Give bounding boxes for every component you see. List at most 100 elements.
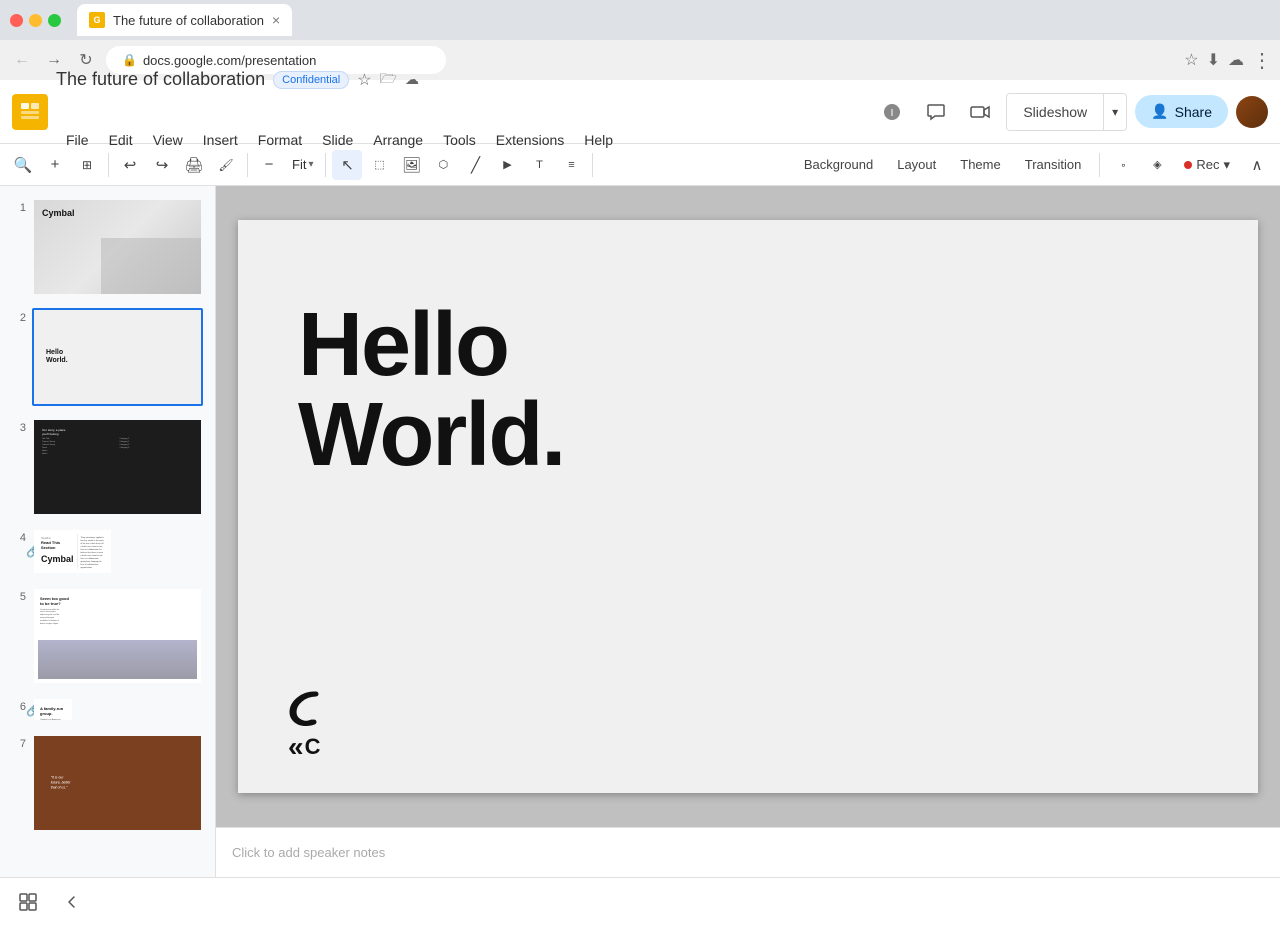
- header-right: Slideshow ▾ 👤 Share: [874, 93, 1268, 131]
- menu-extensions[interactable]: Extensions: [486, 92, 574, 156]
- thumb1-image: [101, 238, 201, 294]
- line-button[interactable]: ╱: [460, 150, 490, 180]
- slideshow-dropdown-button[interactable]: ▾: [1104, 94, 1126, 130]
- menu-insert[interactable]: Insert: [193, 92, 248, 156]
- cymbal-text-logo: «C: [288, 731, 348, 763]
- cloud-sync-icon[interactable]: ☁: [405, 71, 419, 88]
- zoom-control[interactable]: Fit ▾: [286, 157, 319, 172]
- slideshow-button[interactable]: Slideshow: [1007, 94, 1103, 130]
- app-header: The future of collaboration Confidential…: [0, 80, 1280, 144]
- video-button[interactable]: ▶: [492, 150, 522, 180]
- slide-item-1[interactable]: 1 Cymbal: [8, 194, 207, 300]
- tab-close-icon[interactable]: ×: [272, 12, 280, 28]
- insert-image-button[interactable]: ⬞: [1108, 150, 1138, 180]
- download-icon[interactable]: ⬇: [1207, 50, 1220, 70]
- slide-number-4: 4: [12, 532, 26, 544]
- word-art-button[interactable]: ≡: [556, 150, 586, 180]
- layout-button[interactable]: Layout: [887, 150, 946, 180]
- menu-format[interactable]: Format: [248, 92, 312, 156]
- slides-panel: 1 Cymbal 2 HelloWorld.: [0, 186, 216, 877]
- redo-button[interactable]: ↪: [147, 150, 177, 180]
- slide-content: Hello World.: [238, 220, 624, 560]
- bookmark-icon[interactable]: ☆: [1184, 50, 1198, 70]
- slide-main-text: Hello World.: [298, 300, 564, 480]
- toggle-panel-button[interactable]: [56, 886, 88, 918]
- canvas-scroll[interactable]: Hello World. «C: [216, 186, 1280, 827]
- menu-bar: File Edit View Insert Format Slide Arran…: [56, 92, 623, 156]
- slide-canvas[interactable]: Hello World. «C: [238, 220, 1258, 794]
- thumb5-content: Seem too goodto be true? Lorem ipsum dol…: [38, 593, 197, 640]
- text-box-button[interactable]: T: [524, 150, 554, 180]
- zoom-in-button[interactable]: +: [40, 150, 70, 180]
- image-button[interactable]: 🖼: [396, 150, 426, 180]
- separator-3: [325, 153, 326, 177]
- toggle-panel-icon: [63, 893, 81, 911]
- menu-help[interactable]: Help: [574, 92, 623, 156]
- slide-item-2[interactable]: 2 HelloWorld.: [8, 304, 207, 410]
- close-button[interactable]: [10, 14, 23, 27]
- collapse-toolbar-button[interactable]: ∧: [1242, 150, 1272, 180]
- star-icon[interactable]: ☆: [357, 70, 371, 90]
- cloud-icon[interactable]: ☁: [1228, 50, 1244, 70]
- search-button[interactable]: 🔍: [8, 150, 38, 180]
- slide-line-2: World.: [298, 385, 564, 485]
- rec-dot: [1184, 161, 1192, 169]
- browser-tab[interactable]: G The future of collaboration ×: [77, 4, 292, 36]
- separator-5: [1099, 153, 1100, 177]
- grid-view-button[interactable]: [12, 886, 44, 918]
- background-button[interactable]: Background: [794, 150, 883, 180]
- slide-item-6[interactable]: 6 🔗 A family-rungroup. Cymbal is an Amer…: [8, 693, 207, 726]
- rec-label: Rec: [1196, 157, 1219, 172]
- slide-thumb-5: Seem too goodto be true? Lorem ipsum dol…: [32, 587, 203, 685]
- toolbar-right: Background Layout Theme Transition ⬞ ◈ R…: [794, 150, 1272, 180]
- slide-item-7[interactable]: 7 "It is ourfuture, betterthat of us.": [8, 730, 207, 836]
- menu-view[interactable]: View: [143, 92, 193, 156]
- thumb5-image: [38, 640, 197, 679]
- speaker-notes[interactable]: Click to add speaker notes: [216, 827, 1280, 877]
- tab-favicon: G: [89, 12, 105, 28]
- grid-icon: [19, 893, 37, 911]
- slide-item-3[interactable]: 3 Our story, a placeyou'll belong Job Ti…: [8, 414, 207, 520]
- minimize-button[interactable]: [29, 14, 42, 27]
- app-icon: [12, 94, 48, 130]
- transition-button[interactable]: Transition: [1015, 150, 1092, 180]
- theme-button[interactable]: Theme: [950, 150, 1010, 180]
- camera-button[interactable]: [962, 94, 998, 130]
- menu-arrange[interactable]: Arrange: [363, 92, 433, 156]
- maximize-button[interactable]: [48, 14, 61, 27]
- select-frame-button[interactable]: ⬚: [364, 150, 394, 180]
- menu-edit[interactable]: Edit: [99, 92, 143, 156]
- tab-title: The future of collaboration: [113, 13, 264, 28]
- back-button[interactable]: ←: [8, 46, 36, 74]
- canvas-area: Hello World. «C: [216, 186, 1280, 877]
- zoom-out-button[interactable]: −: [254, 150, 284, 180]
- shape-button[interactable]: ⬡: [428, 150, 458, 180]
- document-title[interactable]: The future of collaboration: [56, 69, 265, 90]
- separator-2: [247, 153, 248, 177]
- folder-icon[interactable]: 🗁: [380, 68, 397, 92]
- share-button[interactable]: 👤 Share: [1135, 95, 1228, 128]
- select-tool-button[interactable]: ↖: [332, 150, 362, 180]
- paint-format-button[interactable]: 🖌: [211, 150, 241, 180]
- slide-item-5[interactable]: 5 Seem too goodto be true? Lorem ipsum d…: [8, 583, 207, 689]
- mask-button[interactable]: ◈: [1142, 150, 1172, 180]
- user-avatar[interactable]: [1236, 96, 1268, 128]
- menu-file[interactable]: File: [56, 92, 99, 156]
- separator-1: [108, 153, 109, 177]
- main-area: 1 Cymbal 2 HelloWorld.: [0, 186, 1280, 877]
- slide-thumb-7: "It is ourfuture, betterthat of us.": [32, 734, 203, 832]
- history-button[interactable]: [874, 94, 910, 130]
- menu-tools[interactable]: Tools: [433, 92, 486, 156]
- rec-button[interactable]: Rec ▾: [1176, 150, 1238, 180]
- slide-item-4[interactable]: 4 🔗 Headline Read ThisSection Cymbal: [8, 524, 207, 579]
- slide-thumb-1: Cymbal: [32, 198, 203, 296]
- menu-slide[interactable]: Slide: [312, 92, 363, 156]
- slide-line-1: Hello: [298, 295, 508, 395]
- comment-button[interactable]: [918, 94, 954, 130]
- print-button[interactable]: 🖨: [179, 150, 209, 180]
- chrome-menu-icon[interactable]: ⋮: [1252, 48, 1272, 73]
- traffic-lights: [10, 14, 61, 27]
- browser-chrome: G The future of collaboration ×: [0, 0, 1280, 40]
- add-slide-button[interactable]: ⊞: [72, 150, 102, 180]
- undo-button[interactable]: ↩: [115, 150, 145, 180]
